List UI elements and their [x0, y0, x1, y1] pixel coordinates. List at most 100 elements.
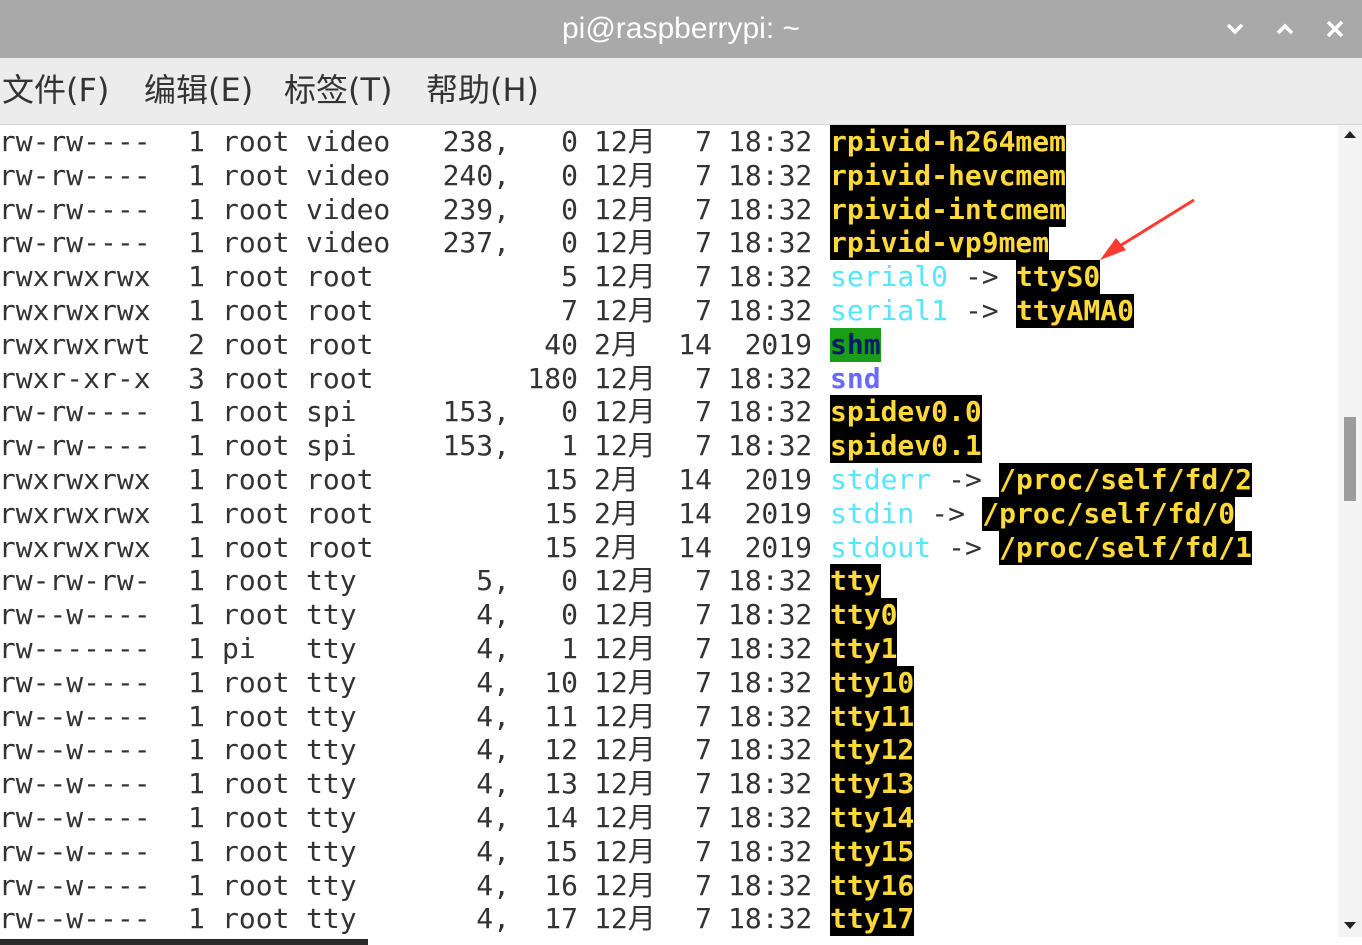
size-cell [400, 294, 510, 328]
month-cell: 12月 [594, 834, 656, 868]
group-cell: root [306, 260, 374, 294]
day-cell: 7 [695, 564, 712, 598]
scroll-up-icon[interactable] [1343, 129, 1357, 139]
time-cell: 18:32 [728, 260, 813, 294]
minor-cell: 0 [561, 598, 578, 632]
month-cell: 12月 [594, 564, 656, 598]
size-cell: 5, [476, 564, 510, 598]
owner-cell: root [222, 260, 290, 294]
link-target: ttyAMA0 [1015, 294, 1134, 328]
day-cell: 7 [695, 632, 712, 665]
perm-cell: crw------- [0, 632, 151, 665]
day-cell: 7 [695, 767, 712, 801]
owner-cell: root [222, 733, 290, 767]
menu-tabs[interactable]: 标签(T) [284, 68, 393, 112]
time-cell: 18:32 [728, 767, 813, 801]
minor-cell: 0 [561, 125, 578, 158]
group-cell: tty [306, 902, 357, 936]
scrollbar[interactable] [1338, 125, 1362, 937]
scroll-down-icon[interactable] [1343, 921, 1357, 931]
menu-file[interactable]: 文件(F) [2, 68, 109, 112]
perm-cell: crw-rw---- [0, 192, 151, 226]
month-cell: 12月 [594, 767, 656, 801]
minor-cell: 14 [544, 801, 578, 834]
owner-cell: root [222, 327, 290, 361]
size-cell: 153, [442, 429, 510, 463]
size-cell: 239, [442, 192, 510, 226]
day-cell: 7 [695, 260, 712, 294]
perm-cell: crw-rw---- [0, 429, 151, 463]
close-button[interactable] [1318, 12, 1352, 46]
listing-row: crw--w---- 1 roottty 4, 16 12月 7 18:32 tty16 [0, 868, 1338, 903]
time-cell: 18:32 [728, 632, 813, 665]
day-cell: 7 [695, 665, 712, 699]
file-name: rpivid-intcmem [830, 192, 1067, 227]
perm-cell: crw-rw---- [0, 158, 151, 192]
time-cell: 18:32 [728, 429, 813, 463]
group-cell: spi [306, 429, 357, 463]
maximize-button[interactable] [1268, 12, 1302, 46]
perm-cell: lrwxrwxrwx [0, 530, 151, 564]
owner-cell: root [222, 834, 290, 868]
file-name: serial1 [830, 294, 949, 327]
file-name: tty [830, 564, 881, 599]
links-cell: 1 [188, 699, 205, 733]
links-cell: 1 [188, 496, 205, 530]
day-cell: 7 [695, 733, 712, 767]
time-cell: 18:32 [728, 158, 813, 192]
perm-cell: crw--w---- [0, 767, 151, 801]
scrollbar-thumb[interactable] [1344, 417, 1356, 501]
perm-cell: crw--w---- [0, 834, 151, 868]
group-cell: tty [306, 632, 357, 665]
time-cell: 18:32 [728, 902, 813, 936]
links-cell: 1 [188, 395, 205, 429]
minor-cell: 11 [544, 699, 578, 733]
group-cell: tty [306, 733, 357, 767]
day-cell: 7 [695, 294, 712, 327]
month-cell: 12月 [594, 158, 656, 192]
minor-cell: 0 [561, 192, 578, 226]
link-arrow: -> [964, 294, 999, 327]
link-arrow: -> [948, 463, 982, 496]
day-cell: 14 [678, 327, 712, 361]
time-cell: 18:32 [728, 868, 813, 902]
chevron-up-icon [1276, 23, 1294, 35]
minimize-button[interactable] [1218, 12, 1252, 46]
time-cell: 18:32 [728, 564, 813, 598]
links-cell: 1 [188, 260, 205, 294]
minor-cell: 0 [561, 395, 578, 429]
link-target: /proc/self/fd/0 [982, 496, 1236, 531]
owner-cell: root [222, 868, 290, 902]
listing-row: crw------- 1 pi tty 4, 1 12月 7 18:32 tty1 [0, 632, 1338, 666]
menu-edit[interactable]: 编辑(E) [144, 68, 253, 112]
time-cell: 2019 [744, 463, 812, 496]
links-cell: 1 [188, 598, 205, 632]
listing-row: lrwxrwxrwx 1 root root 15 2月 14 2019 stdout -> /pr… [0, 530, 1338, 565]
listing-row: crw--w---- 1 roottty 4, 12 12月 7 18:32 tty12 [0, 733, 1338, 768]
link-target: /proc/self/fd/1 [999, 530, 1252, 565]
minor-cell: 180 [527, 361, 578, 395]
owner-cell: root [222, 429, 290, 463]
month-cell: 12月 [594, 598, 656, 632]
owner-cell: root [222, 598, 290, 632]
owner-cell: root [222, 125, 290, 158]
links-cell: 1 [188, 564, 205, 598]
month-cell: 12月 [594, 192, 656, 226]
size-cell: 4, [476, 598, 510, 632]
time-cell: 18:32 [728, 801, 813, 834]
links-cell: 1 [188, 902, 205, 936]
links-cell: 1 [188, 463, 205, 496]
size-cell: 238, [442, 125, 510, 158]
links-cell: 1 [188, 868, 205, 902]
month-cell: 12月 [594, 361, 656, 395]
menu-help[interactable]: 帮助(H) [426, 68, 539, 112]
day-cell: 7 [695, 598, 712, 632]
chevron-down-icon [1226, 23, 1244, 35]
day-cell: 7 [695, 699, 712, 733]
link-arrow: -> [948, 530, 982, 564]
time-cell: 18:32 [728, 192, 813, 226]
owner-cell: root [222, 699, 290, 733]
month-cell: 12月 [594, 665, 656, 699]
size-cell: 4, [476, 767, 510, 801]
perm-cell: lrwxrwxrwx [0, 463, 151, 496]
